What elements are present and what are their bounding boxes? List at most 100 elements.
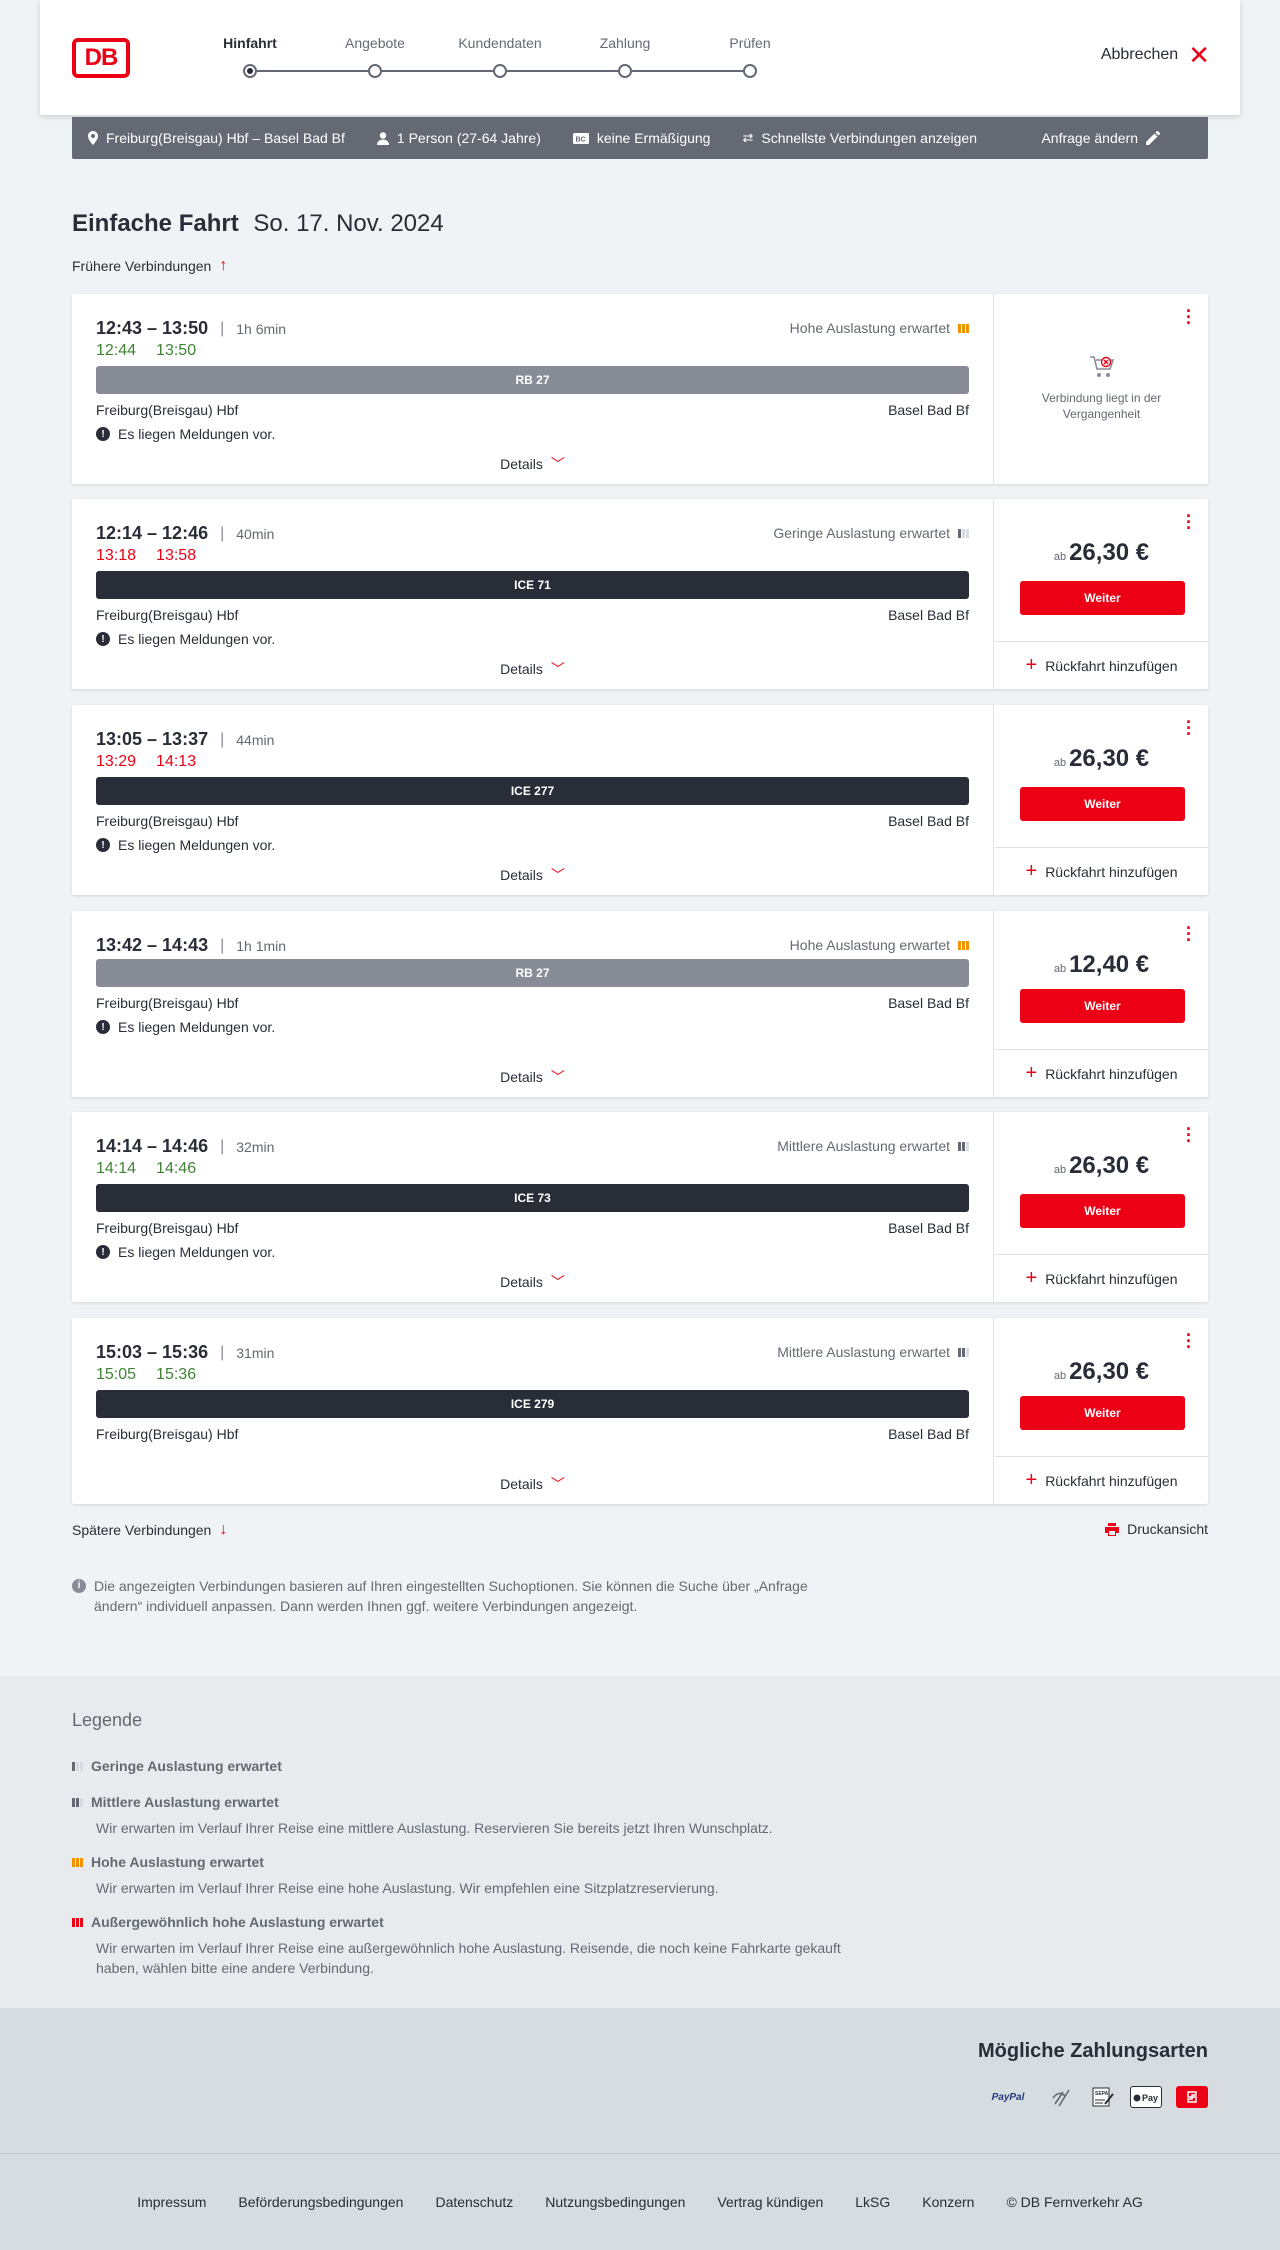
chevron-down-icon: ﹀ [550,661,565,677]
connection-offer: · · · ab 26,30 € Weiter + Rückfahrt hinzufügen [995,1112,1208,1302]
realtime-times: 12:44 13:50 [96,342,196,360]
more-options-icon[interactable]: · · · [1186,713,1192,743]
notice-text: Es liegen Meldungen vor. [118,1019,276,1035]
disruption-notice[interactable]: ! Es liegen Meldungen vor. [96,1019,275,1035]
footer-link[interactable]: Datenschutz [435,2194,513,2210]
details-toggle[interactable]: Details ﹀ [72,1272,993,1292]
connection-card[interactable]: 12:43 – 13:50 | 1h 6min 12:44 13:50 Hohe Ausl… [72,294,1208,484]
footer-link[interactable]: Nutzungsbedingungen [545,2194,685,2210]
earlier-connections-link[interactable]: Frühere Verbindungen ↑ [72,257,227,275]
realtime-departure: 14:14 [96,1160,137,1177]
occupancy-indicator: Geringe Auslastung erwartet [773,525,969,541]
return-label: Rückfahrt hinzufügen [1045,863,1178,880]
step-dot [243,64,257,78]
connection-main: 13:05 – 13:37 | 44min 13:29 14:13 ICE 277 Frei… [72,705,994,895]
connection-card[interactable]: 13:42 – 14:43 | 1h 1min Hohe Auslastung erw… [72,911,1208,1097]
train-bar[interactable]: RB 27 [96,366,969,394]
more-options-icon[interactable]: · · · [1186,507,1192,537]
plus-icon: + [1025,1062,1038,1084]
step-label: Prüfen [729,35,771,51]
train-bar[interactable]: ICE 71 [96,571,969,599]
add-return-button[interactable]: + Rückfahrt hinzufügen [995,641,1208,689]
step-dot [743,64,757,78]
price-value: 26,30 € [1069,539,1150,566]
step-dot [368,64,382,78]
step-dot [618,64,632,78]
later-connections-link[interactable]: Spätere Verbindungen ↓ [72,1521,227,1539]
realtime-arrival: 15:36 [156,1366,197,1383]
duration: 1h 1min [236,937,287,954]
legend-item-low: Geringe Auslastung erwartet [72,1758,852,1774]
planned-times: 12:14 – 12:46 | 40min [96,523,274,544]
footer-link[interactable]: Konzern [922,2194,974,2210]
connection-card[interactable]: 14:14 – 14:46 | 32min 14:14 14:46 Mittlere Au… [72,1112,1208,1302]
more-options-icon[interactable]: · · · [1186,302,1192,332]
connection-card[interactable]: 15:03 – 15:36 | 31min 15:05 15:36 Mittlere Au… [72,1318,1208,1504]
time-range: 13:05 – 13:37 [96,729,209,749]
realtime-times: 15:05 15:36 [96,1366,196,1384]
earlier-label: Frühere Verbindungen [72,258,212,274]
past-text: Verbindung liegt in der Vergangenheit [1041,391,1162,421]
disruption-notice[interactable]: ! Es liegen Meldungen vor. [96,837,275,853]
footer-link[interactable]: Beförderungsbedingungen [238,2194,403,2210]
connection-offer: · · · ab 26,30 € Weiter + Rückfahrt hinzufügen [995,705,1208,895]
continue-button[interactable]: Weiter [1020,787,1185,821]
payment-title: Mögliche Zahlungsarten [977,2040,1208,2062]
footer-link[interactable]: Vertrag kündigen [717,2194,823,2210]
swap-arrows-icon: ⇄ [742,130,754,145]
separator: | [220,319,225,337]
time-range: 14:14 – 14:46 [96,1136,209,1156]
legend-item-extreme: Außergewöhnlich hohe Auslastung erwartet… [72,1914,852,1978]
cart-unavailable-icon [1089,356,1114,377]
train-bar[interactable]: ICE 73 [96,1184,969,1212]
train-bar[interactable]: ICE 279 [96,1390,969,1418]
continue-button[interactable]: Weiter [1020,1396,1185,1430]
details-toggle[interactable]: Details ﹀ [72,454,993,474]
credit-card-icon [1050,2086,1076,2108]
footer-link[interactable]: LkSG [855,2194,890,2210]
details-toggle[interactable]: Details ﹀ [72,1067,993,1087]
footer-link[interactable]: © DB Fernverkehr AG [1006,2194,1142,2210]
occupancy-indicator: Hohe Auslastung erwartet [790,937,969,953]
connection-card[interactable]: 13:05 – 13:37 | 44min 13:29 14:13 ICE 277 Frei… [72,705,1208,895]
svg-text:SEPA: SEPA [1095,2091,1109,2097]
db-logo[interactable]: DB [72,38,130,78]
details-toggle[interactable]: Details ﹀ [72,659,993,679]
disruption-notice[interactable]: ! Es liegen Meldungen vor. [96,631,275,647]
realtime-departure: 13:18 [96,547,137,564]
details-label: Details [500,1274,543,1290]
add-return-button[interactable]: + Rückfahrt hinzufügen [995,1254,1208,1302]
add-return-button[interactable]: + Rückfahrt hinzufügen [995,847,1208,895]
realtime-times: 14:14 14:46 [96,1160,196,1178]
details-toggle[interactable]: Details ﹀ [72,1474,993,1494]
continue-button[interactable]: Weiter [1020,989,1185,1023]
close-icon: ✕ [1188,40,1210,70]
arrow-up-icon: ↑ [219,257,228,274]
print-view-link[interactable]: Druckansicht [1105,1521,1208,1537]
more-options-icon[interactable]: · · · [1186,919,1192,949]
price-value: 26,30 € [1069,745,1150,772]
plus-icon: + [1025,654,1038,676]
continue-button[interactable]: Weiter [1020,581,1185,615]
continue-label: Weiter [1084,1204,1121,1218]
more-options-icon[interactable]: · · · [1186,1326,1192,1356]
more-options-icon[interactable]: · · · [1186,1120,1192,1150]
train-bar[interactable]: RB 27 [96,959,969,987]
edit-query-button[interactable]: Anfrage ändern [1041,130,1160,146]
disruption-notice[interactable]: ! Es liegen Meldungen vor. [96,1244,275,1260]
train-bar[interactable]: ICE 277 [96,777,969,805]
occupancy-label: Hohe Auslastung erwartet [789,320,950,336]
occupancy-mid-icon [958,1347,969,1357]
add-return-button[interactable]: + Rückfahrt hinzufügen [995,1456,1208,1504]
print-label: Druckansicht [1127,1521,1208,1537]
cancel-button[interactable]: Abbrechen ✕ [1100,40,1210,70]
cancel-label: Abbrechen [1100,46,1179,63]
details-toggle[interactable]: Details ﹀ [72,865,993,885]
connection-card[interactable]: 12:14 – 12:46 | 40min 13:18 13:58 Geringe Aus… [72,499,1208,689]
footer-link[interactable]: Impressum [137,2194,206,2210]
continue-button[interactable]: Weiter [1020,1194,1185,1228]
add-return-button[interactable]: + Rückfahrt hinzufügen [995,1049,1208,1097]
step-hinfahrt: Hinfahrt [200,35,300,78]
page-title: Einfache Fahrt So. 17. Nov. 2024 [72,210,444,238]
disruption-notice[interactable]: ! Es liegen Meldungen vor. [96,426,275,442]
